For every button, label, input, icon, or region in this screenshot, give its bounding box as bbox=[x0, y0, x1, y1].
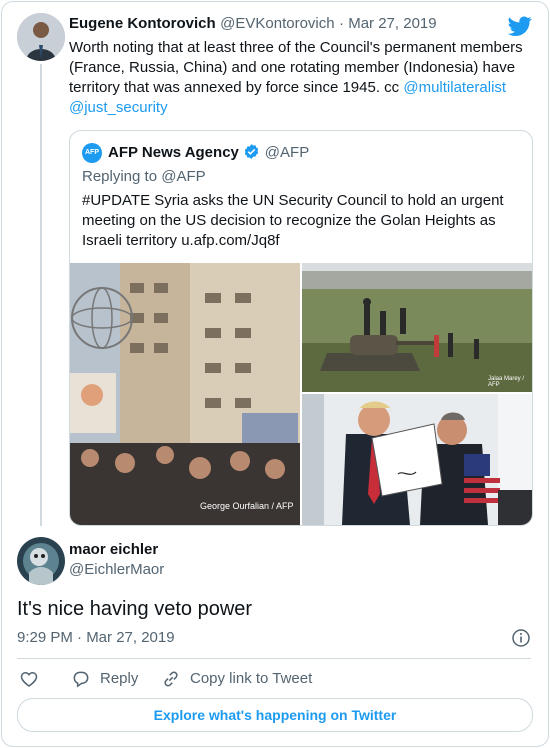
avatar-label: AFP bbox=[85, 149, 99, 156]
copy-link-button[interactable]: Copy link to Tweet bbox=[190, 670, 312, 687]
photo-credit: Jalaa Marey / AFP bbox=[488, 376, 525, 388]
tweet-timestamp[interactable]: 9:29 PM · Mar 27, 2019 bbox=[17, 629, 175, 646]
reply-button[interactable]: Reply bbox=[100, 670, 138, 687]
explore-button[interactable]: Explore what's happening on Twitter bbox=[17, 698, 533, 732]
mention-link[interactable]: @multilateralist bbox=[403, 79, 506, 96]
reply-tweet-text: It's nice having veto power bbox=[17, 598, 253, 620]
info-icon[interactable] bbox=[511, 628, 531, 648]
avatar[interactable] bbox=[17, 537, 65, 585]
link-icon[interactable] bbox=[161, 669, 181, 689]
tweet-date[interactable]: · Mar 27, 2019 bbox=[339, 15, 437, 32]
quoted-text-main: #UPDATE Syria asks the UN Security Counc… bbox=[82, 192, 504, 249]
avatar[interactable] bbox=[17, 13, 65, 61]
replying-to-label: Replying to bbox=[82, 168, 162, 185]
photo-golan-tank[interactable]: Jalaa Marey / AFP bbox=[302, 263, 532, 392]
replying-to-handle: @AFP bbox=[161, 168, 206, 185]
heart-icon[interactable] bbox=[19, 669, 39, 689]
quoted-author-handle: @AFP bbox=[264, 144, 310, 161]
author-name[interactable]: maor eichler bbox=[69, 541, 158, 558]
photo-credit: George Ourfalian / AFP bbox=[200, 501, 294, 511]
thread-line bbox=[40, 64, 42, 526]
quoted-author-name: AFP News Agency bbox=[108, 144, 239, 161]
quoted-tweet-text: #UPDATE Syria asks the UN Security Counc… bbox=[82, 191, 522, 251]
verified-badge-icon bbox=[245, 144, 259, 159]
author-name[interactable]: Eugene Kontorovich bbox=[69, 15, 216, 32]
replying-to: Replying to @AFP bbox=[82, 167, 206, 187]
author-handle[interactable]: @EVKontorovich bbox=[220, 15, 334, 32]
avatar: AFP bbox=[82, 143, 102, 163]
twitter-bird-icon[interactable] bbox=[508, 14, 532, 38]
quoted-url: u.afp.com/Jq8f bbox=[181, 232, 280, 249]
mention-link[interactable]: @just_security bbox=[69, 99, 168, 116]
photo-white-house-signing[interactable] bbox=[302, 394, 532, 525]
tweet-text: Worth noting that at least three of the … bbox=[69, 38, 531, 118]
quoted-tweet[interactable]: AFP AFP News Agency @AFP Replying to @AF… bbox=[69, 130, 533, 526]
photo-street-protest[interactable]: George Ourfalian / AFP bbox=[70, 263, 300, 525]
tweet-header: Eugene Kontorovich @EVKontorovich · Mar … bbox=[69, 15, 437, 33]
reply-icon[interactable] bbox=[71, 669, 91, 689]
author-handle[interactable]: @EichlerMaor bbox=[69, 561, 164, 578]
divider bbox=[17, 658, 531, 659]
